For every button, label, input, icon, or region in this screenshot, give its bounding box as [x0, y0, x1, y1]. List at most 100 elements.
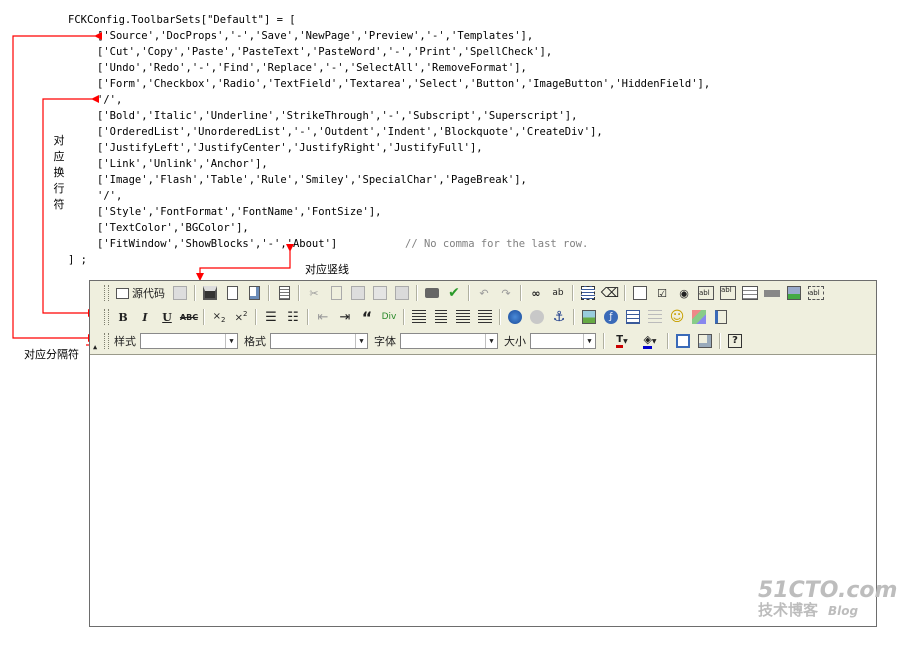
hiddenfield-button[interactable]: abl: [805, 283, 827, 303]
format-select[interactable]: ▼: [270, 333, 368, 349]
justifyleft-button[interactable]: [408, 307, 430, 327]
textfield-button[interactable]: abl: [695, 283, 717, 303]
form-icon: [633, 286, 647, 300]
toolbar-row-1: 源代码 ✂ ✔ ↶ ↷ ∞ ab ⌫ ☑ ◉ abl abl abl: [104, 282, 827, 304]
printer-icon: [425, 288, 439, 298]
flash-button[interactable]: ƒ: [600, 307, 622, 327]
toolbar-separator: [307, 309, 309, 325]
bold-button[interactable]: B: [112, 307, 134, 327]
bgcolor-button[interactable]: ◈ ▼: [636, 331, 664, 351]
find-button[interactable]: ∞: [525, 283, 547, 303]
replace-button[interactable]: ab: [547, 283, 569, 303]
spellcheck-icon: ✔: [448, 285, 460, 301]
toolbar-separator: [719, 333, 721, 349]
style-select[interactable]: ▼: [140, 333, 238, 349]
show-blocks-icon: [698, 334, 712, 348]
subscript-icon: ×2: [212, 310, 226, 324]
chevron-down-icon[interactable]: ▼: [225, 334, 237, 348]
justifyright-button[interactable]: [452, 307, 474, 327]
paste-text-icon: [373, 286, 387, 300]
rule-button[interactable]: [644, 307, 666, 327]
editor-toolbar: 源代码 ✂ ✔ ↶ ↷ ∞ ab ⌫ ☑ ◉ abl abl abl B I U…: [90, 281, 876, 355]
font-select[interactable]: ▼: [400, 333, 498, 349]
chevron-down-icon[interactable]: ▼: [485, 334, 497, 348]
toolbar-grip[interactable]: [104, 333, 109, 349]
imagebutton-button[interactable]: [783, 283, 805, 303]
chevron-down-icon[interactable]: ▼: [583, 334, 595, 348]
toolbar-row-3: 样式 ▼ 格式 ▼ 字体 ▼ 大小 ▼ T ▼ ◈ ▼ ?: [104, 330, 746, 352]
italic-button[interactable]: I: [134, 307, 156, 327]
toolbar-separator: [667, 333, 669, 349]
textarea-icon: abl: [720, 286, 736, 300]
pagebreak-button[interactable]: [710, 307, 732, 327]
copy-icon: [330, 286, 342, 300]
docprops-button[interactable]: [169, 283, 191, 303]
select-button[interactable]: [739, 283, 761, 303]
underline-button[interactable]: U: [156, 307, 178, 327]
style-label: 样式: [114, 335, 136, 348]
paste-icon: [351, 286, 365, 300]
checkbox-icon: ☑: [657, 286, 667, 300]
link-button[interactable]: [504, 307, 526, 327]
size-select[interactable]: ▼: [530, 333, 596, 349]
toolbar-grip[interactable]: [104, 309, 109, 325]
checkbox-button[interactable]: ☑: [651, 283, 673, 303]
specialchar-button[interactable]: [688, 307, 710, 327]
templates-button[interactable]: [273, 283, 295, 303]
subscript-button[interactable]: ×2: [208, 307, 230, 327]
radio-button[interactable]: ◉: [673, 283, 695, 303]
templates-icon: [278, 286, 290, 300]
creatediv-button[interactable]: Div: [378, 307, 400, 327]
toolbar-separator: [194, 285, 196, 301]
undo-button[interactable]: ↶: [473, 283, 495, 303]
strikethrough-icon: ABC: [179, 312, 199, 322]
chevron-down-icon[interactable]: ▼: [355, 334, 367, 348]
toolbar-collapse-toggle[interactable]: ▲: [93, 334, 100, 356]
spellcheck-button[interactable]: ✔: [443, 283, 465, 303]
toolbar-separator: [468, 285, 470, 301]
image-button[interactable]: [578, 307, 600, 327]
blockquote-icon: “: [361, 307, 373, 327]
format-label: 格式: [244, 335, 266, 348]
newpage-button[interactable]: [221, 283, 243, 303]
pasteword-button[interactable]: [391, 283, 413, 303]
anchor-button[interactable]: ⚓: [548, 307, 570, 327]
justifyfull-button[interactable]: [474, 307, 496, 327]
strikethrough-button[interactable]: ABC: [178, 307, 200, 327]
textcolor-button[interactable]: T ▼: [608, 331, 636, 351]
textfield-icon: abl: [698, 286, 714, 300]
button-button[interactable]: [761, 283, 783, 303]
save-button[interactable]: [199, 283, 221, 303]
orderedlist-button[interactable]: ☰: [260, 307, 282, 327]
unorderedlist-button[interactable]: ☷: [282, 307, 304, 327]
toolbar-grip[interactable]: [104, 285, 109, 301]
toolbar-separator: [255, 309, 257, 325]
copy-button[interactable]: [325, 283, 347, 303]
textarea-button[interactable]: abl: [717, 283, 739, 303]
cut-button[interactable]: ✂: [303, 283, 325, 303]
smiley-button[interactable]: ☺: [666, 307, 688, 327]
pastetext-button[interactable]: [369, 283, 391, 303]
caret-down-icon: ▼: [623, 337, 628, 345]
replace-icon: ab: [552, 288, 564, 298]
table-button[interactable]: [622, 307, 644, 327]
about-button[interactable]: ?: [724, 331, 746, 351]
toolbar-separator: [203, 309, 205, 325]
indent-button[interactable]: ⇥: [334, 307, 356, 327]
unlink-button[interactable]: [526, 307, 548, 327]
removeformat-button[interactable]: ⌫: [599, 283, 621, 303]
fitwindow-button[interactable]: [672, 331, 694, 351]
outdent-button[interactable]: ⇤: [312, 307, 334, 327]
source-button[interactable]: 源代码: [112, 283, 169, 303]
superscript-button[interactable]: ×2: [230, 307, 252, 327]
justifycenter-button[interactable]: [430, 307, 452, 327]
toolbar-separator: [603, 333, 605, 349]
form-button[interactable]: [629, 283, 651, 303]
paste-button[interactable]: [347, 283, 369, 303]
blockquote-button[interactable]: “: [356, 307, 378, 327]
redo-button[interactable]: ↷: [495, 283, 517, 303]
preview-button[interactable]: [243, 283, 265, 303]
selectall-button[interactable]: [577, 283, 599, 303]
showblocks-button[interactable]: [694, 331, 716, 351]
print-button[interactable]: [421, 283, 443, 303]
